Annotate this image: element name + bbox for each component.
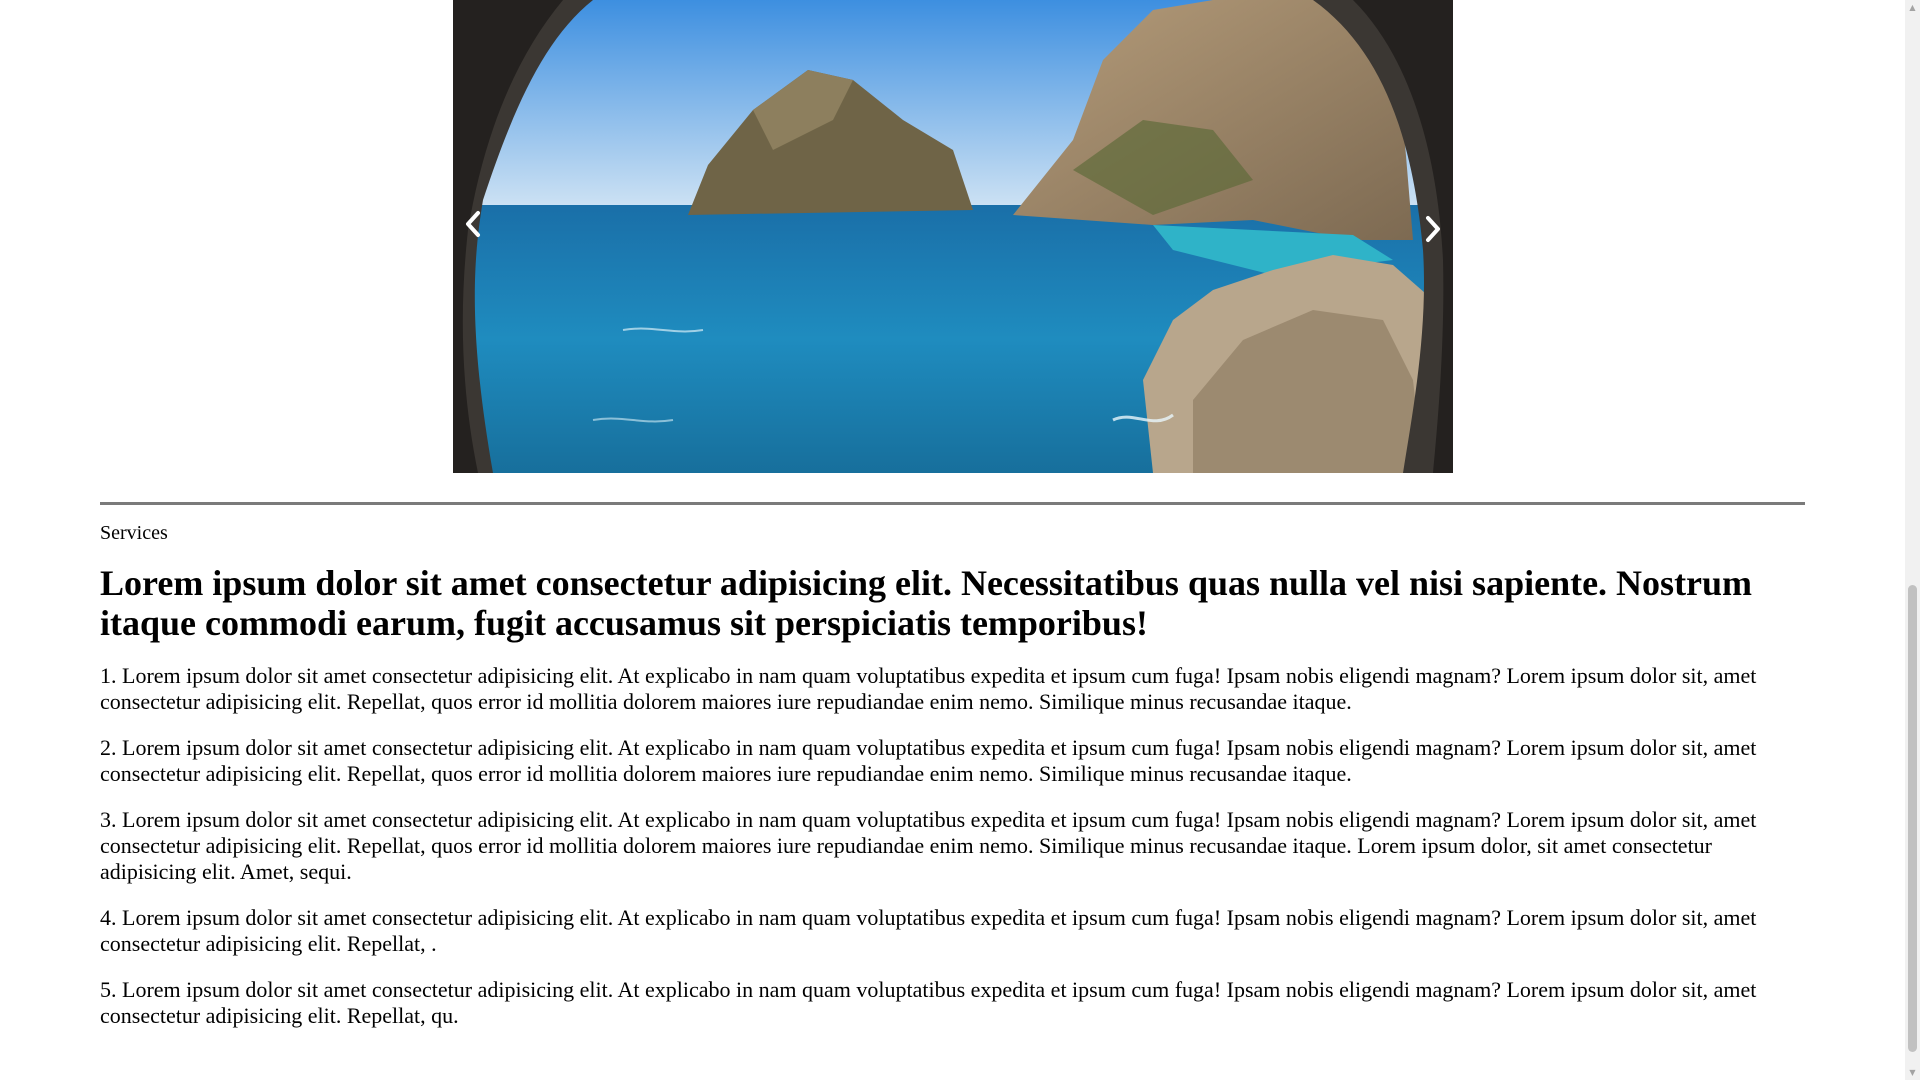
image-carousel[interactable] xyxy=(453,0,1453,473)
sea-cove-photo xyxy=(453,0,1453,473)
scroll-up-arrow-icon[interactable]: ▲ xyxy=(1905,0,1920,15)
section-headline: Lorem ipsum dolor sit amet consectetur a… xyxy=(100,563,1753,643)
section-divider xyxy=(100,502,1805,505)
vertical-scrollbar[interactable]: ▲ ▼ xyxy=(1905,0,1920,1080)
carousel-prev-button[interactable] xyxy=(453,200,493,248)
section-kicker: Services xyxy=(100,522,168,544)
paragraph: 5. Lorem ipsum dolor sit amet consectetu… xyxy=(100,977,1757,1028)
page: Services Lorem ipsum dolor sit amet cons… xyxy=(0,0,1905,1080)
chevron-left-icon xyxy=(466,211,480,237)
paragraph: 4. Lorem ipsum dolor sit amet consectetu… xyxy=(100,905,1757,956)
paragraph: 1. Lorem ipsum dolor sit amet consectetu… xyxy=(100,663,1757,714)
services-section: Services Lorem ipsum dolor sit amet cons… xyxy=(100,502,1805,1049)
paragraph: 3. Lorem ipsum dolor sit amet consectetu… xyxy=(100,807,1757,884)
carousel-next-button[interactable] xyxy=(1413,205,1453,253)
scroll-down-arrow-icon[interactable]: ▼ xyxy=(1905,1065,1920,1080)
paragraph: 2. Lorem ipsum dolor sit amet consectetu… xyxy=(100,735,1757,786)
chevron-right-icon xyxy=(1426,216,1440,242)
scroll-thumb[interactable] xyxy=(1908,585,1917,1052)
